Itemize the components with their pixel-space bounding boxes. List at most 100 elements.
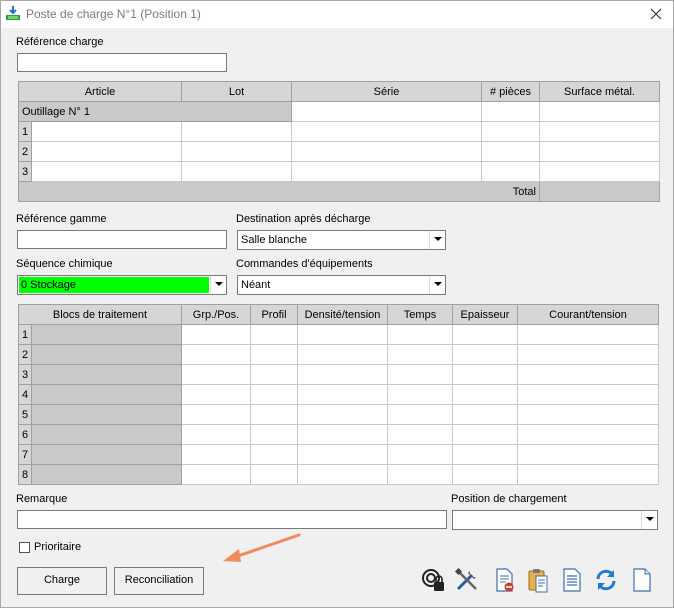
table-cell[interactable] bbox=[387, 364, 453, 385]
table-cell[interactable] bbox=[250, 424, 298, 445]
table-cell[interactable] bbox=[297, 364, 388, 385]
table-cell[interactable] bbox=[539, 161, 660, 182]
commandes-select[interactable]: Néant bbox=[237, 275, 446, 295]
column-header[interactable]: Temps bbox=[387, 304, 453, 325]
reference-gamme-input[interactable] bbox=[17, 230, 227, 249]
chevron-down-icon[interactable] bbox=[429, 276, 445, 294]
table-cell[interactable] bbox=[452, 364, 518, 385]
bloc-cell[interactable] bbox=[31, 344, 182, 365]
tools-icon[interactable] bbox=[454, 567, 480, 593]
reference-charge-input[interactable] bbox=[17, 53, 227, 72]
table-cell[interactable] bbox=[452, 444, 518, 465]
table-cell[interactable] bbox=[250, 324, 298, 345]
bloc-cell[interactable] bbox=[31, 404, 182, 425]
table-cell[interactable] bbox=[297, 404, 388, 425]
chevron-down-icon[interactable] bbox=[210, 276, 226, 294]
table-cell[interactable] bbox=[452, 464, 518, 485]
table-cell[interactable] bbox=[387, 424, 453, 445]
bloc-cell[interactable] bbox=[31, 464, 182, 485]
table-cell[interactable] bbox=[181, 161, 292, 182]
close-icon[interactable] bbox=[647, 5, 665, 23]
table-cell[interactable] bbox=[481, 141, 540, 162]
column-header[interactable]: Article bbox=[18, 81, 182, 102]
column-header[interactable]: Grp./Pos. bbox=[181, 304, 251, 325]
charge-button[interactable]: Charge bbox=[17, 567, 107, 595]
sequence-select[interactable]: 0 Stockage bbox=[17, 275, 227, 295]
table-cell[interactable] bbox=[297, 344, 388, 365]
table-cell[interactable] bbox=[387, 464, 453, 485]
table-cell[interactable] bbox=[517, 384, 659, 405]
search-lock-icon[interactable] bbox=[420, 567, 446, 593]
bloc-cell[interactable] bbox=[31, 364, 182, 385]
table-cell[interactable] bbox=[291, 101, 482, 122]
table-cell[interactable] bbox=[181, 324, 251, 345]
table-cell[interactable] bbox=[181, 121, 292, 142]
table-cell[interactable] bbox=[539, 101, 660, 122]
column-header[interactable]: Courant/tension bbox=[517, 304, 659, 325]
document-delete-icon[interactable] bbox=[491, 567, 517, 593]
table-cell[interactable] bbox=[539, 141, 660, 162]
table-cell[interactable] bbox=[297, 464, 388, 485]
table-cell[interactable] bbox=[297, 444, 388, 465]
table-cell[interactable] bbox=[517, 404, 659, 425]
bloc-cell[interactable] bbox=[31, 444, 182, 465]
column-header[interactable]: Epaisseur bbox=[452, 304, 518, 325]
column-header[interactable]: # pièces bbox=[481, 81, 540, 102]
column-header[interactable]: Lot bbox=[181, 81, 292, 102]
reconciliation-button[interactable]: Reconciliation bbox=[114, 567, 204, 595]
table-cell[interactable] bbox=[517, 344, 659, 365]
table-cell[interactable] bbox=[387, 384, 453, 405]
table-cell[interactable] bbox=[517, 324, 659, 345]
table-cell[interactable] bbox=[517, 444, 659, 465]
table-cell[interactable] bbox=[250, 444, 298, 465]
refresh-icon[interactable] bbox=[593, 567, 619, 593]
table-cell[interactable] bbox=[181, 141, 292, 162]
column-header[interactable]: Densité/tension bbox=[297, 304, 388, 325]
column-header[interactable]: Profil bbox=[250, 304, 298, 325]
bloc-cell[interactable] bbox=[31, 424, 182, 445]
table-cell[interactable] bbox=[452, 344, 518, 365]
table-cell[interactable] bbox=[539, 121, 660, 142]
remarque-input[interactable] bbox=[17, 510, 447, 529]
table-cell[interactable] bbox=[250, 344, 298, 365]
table-cell[interactable] bbox=[452, 424, 518, 445]
bloc-cell[interactable] bbox=[31, 384, 182, 405]
table-cell[interactable] bbox=[481, 101, 540, 122]
table-cell[interactable] bbox=[31, 161, 182, 182]
clipboard-paste-icon[interactable] bbox=[525, 567, 551, 593]
table-cell[interactable] bbox=[181, 424, 251, 445]
bloc-cell[interactable] bbox=[31, 324, 182, 345]
chevron-down-icon[interactable] bbox=[641, 511, 657, 529]
table-cell[interactable] bbox=[291, 141, 482, 162]
table-cell[interactable] bbox=[31, 121, 182, 142]
blank-document-icon[interactable] bbox=[629, 567, 655, 593]
table-cell[interactable] bbox=[181, 404, 251, 425]
table-cell[interactable] bbox=[291, 161, 482, 182]
table-cell[interactable] bbox=[297, 384, 388, 405]
destination-select[interactable]: Salle blanche bbox=[237, 230, 446, 250]
table-cell[interactable] bbox=[387, 344, 453, 365]
table-cell[interactable] bbox=[181, 364, 251, 385]
table-cell[interactable] bbox=[291, 121, 482, 142]
table-cell[interactable] bbox=[250, 384, 298, 405]
table-cell[interactable] bbox=[481, 121, 540, 142]
table-cell[interactable] bbox=[250, 404, 298, 425]
table-cell[interactable] bbox=[181, 344, 251, 365]
table-cell[interactable] bbox=[517, 424, 659, 445]
table-cell[interactable] bbox=[387, 444, 453, 465]
table-cell[interactable] bbox=[297, 324, 388, 345]
table-cell[interactable] bbox=[452, 404, 518, 425]
table-cell[interactable] bbox=[297, 424, 388, 445]
table-cell[interactable] bbox=[387, 324, 453, 345]
column-header[interactable]: Blocs de traitement bbox=[18, 304, 182, 325]
table-cell[interactable] bbox=[452, 324, 518, 345]
table-cell[interactable] bbox=[181, 464, 251, 485]
table-cell[interactable] bbox=[250, 464, 298, 485]
table-cell[interactable] bbox=[250, 364, 298, 385]
table-cell[interactable] bbox=[181, 444, 251, 465]
chevron-down-icon[interactable] bbox=[429, 231, 445, 249]
table-cell[interactable] bbox=[181, 384, 251, 405]
column-header[interactable]: Série bbox=[291, 81, 482, 102]
table-cell[interactable] bbox=[517, 464, 659, 485]
table-cell[interactable] bbox=[452, 384, 518, 405]
